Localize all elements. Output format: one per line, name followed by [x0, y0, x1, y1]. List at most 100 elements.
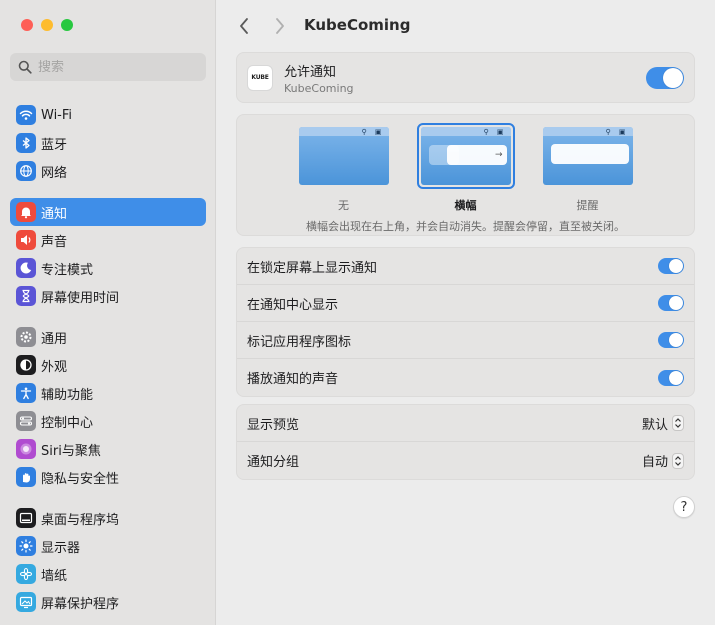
dock-icon: [16, 508, 36, 528]
search-input[interactable]: [38, 59, 188, 75]
page-title: KubeComing: [304, 16, 411, 34]
popup-row: 通知分组 自动: [237, 442, 694, 479]
sidebar-item[interactable]: 屏幕保护程序: [10, 588, 206, 616]
alert-style-card: ⚲ ▣ 无 ⚲ ▣ → 横幅 ⚲ ▣ 提醒 横幅会出现在右上角，并会自动消失。提醒会停留，直…: [236, 114, 695, 236]
app-name-label: KubeComing: [284, 81, 354, 95]
minimize-window-button[interactable]: [41, 19, 53, 31]
sidebar-item[interactable]: 通知: [10, 198, 206, 226]
toggle-row: 在通知中心显示: [237, 285, 694, 322]
close-window-button[interactable]: [21, 19, 33, 31]
allow-notifications-label: 允许通知: [284, 64, 337, 80]
flower-icon: [16, 564, 36, 584]
sidebar-item-label: Wi-Fi: [41, 107, 73, 123]
sidebar-item-label: 墙纸: [41, 568, 68, 584]
gear-icon: [16, 327, 36, 347]
alert-style-option[interactable]: ⚲ ▣ → 横幅: [416, 123, 515, 213]
alert-style-options: ⚲ ▣ 无 ⚲ ▣ → 横幅 ⚲ ▣ 提醒: [237, 123, 694, 213]
sidebar-item[interactable]: 桌面与程序坞: [10, 504, 206, 532]
control-center-icon: [16, 411, 36, 431]
speaker-icon: [16, 230, 36, 250]
toggle-label: 标记应用程序图标: [247, 334, 352, 350]
hourglass-icon: [16, 286, 36, 306]
sidebar-item[interactable]: 控制中心: [10, 407, 206, 435]
alert-style-label: 横幅: [454, 199, 477, 212]
sidebar-item[interactable]: 显示器: [10, 532, 206, 560]
sidebar-item[interactable]: 专注模式: [10, 254, 206, 282]
popup-value: 自动: [641, 455, 668, 470]
toggle-row: 播放通知的声音: [237, 359, 694, 396]
sidebar-group: 通知声音专注模式屏幕使用时间: [10, 198, 206, 310]
sidebar-item-label: 显示器: [41, 540, 81, 556]
sidebar-item-label: 屏幕使用时间: [41, 290, 120, 306]
sidebar-item[interactable]: 网络: [10, 157, 206, 185]
alert-style-description: 横幅会出现在右上角，并会自动消失。提醒会停留，直至被关闭。: [306, 220, 625, 233]
sidebar-item[interactable]: 外观: [10, 351, 206, 379]
sidebar-item[interactable]: 蓝牙: [10, 129, 206, 157]
window-controls: [21, 19, 73, 31]
toggle-switch[interactable]: [658, 332, 684, 348]
sidebar-item[interactable]: 墙纸: [10, 560, 206, 588]
alert-style-preview[interactable]: ⚲ ▣: [295, 123, 393, 189]
forward-button[interactable]: [269, 15, 291, 37]
toggle-label: 播放通知的声音: [247, 372, 339, 387]
help-button[interactable]: ?: [673, 496, 695, 518]
screensaver-icon: [16, 592, 36, 612]
appearance-icon: [16, 355, 36, 375]
alert-style-preview[interactable]: ⚲ ▣ →: [416, 123, 515, 189]
back-button[interactable]: [233, 15, 255, 37]
alert-style-option[interactable]: ⚲ ▣ 无: [295, 123, 393, 213]
sidebar-group: Wi-Fi 蓝牙网络: [10, 101, 206, 185]
toggle-switch[interactable]: [658, 258, 684, 274]
sidebar-item-label: 辅助功能: [41, 387, 94, 403]
desktop-preview-image: ⚲ ▣: [298, 127, 389, 185]
alert-style-option[interactable]: ⚲ ▣ 提醒: [539, 123, 637, 213]
sidebar-item-label: 通用: [41, 331, 68, 347]
popup-label: 显示预览: [247, 417, 300, 433]
alert-style-preview[interactable]: ⚲ ▣: [539, 123, 637, 189]
desktop-preview-image: ⚲ ▣: [542, 127, 633, 185]
main-pane: KubeComing KUBE 允许通知 KubeComing ⚲ ▣ 无 ⚲ ▣ →…: [217, 0, 715, 625]
moon-icon: [16, 258, 36, 278]
hand-icon: [16, 467, 36, 487]
bell-icon: [16, 202, 36, 222]
sidebar-group: 通用外观辅助功能控制中心 Siri与聚焦隐私与安全性: [10, 323, 206, 491]
allow-notifications-card: KUBE 允许通知 KubeComing: [236, 52, 695, 103]
chevron-updown-icon: [672, 415, 684, 431]
sidebar-item-label: Siri与聚焦: [41, 443, 101, 459]
sidebar-item[interactable]: 屏幕使用时间: [10, 282, 206, 310]
siri-icon: [16, 439, 36, 459]
toggle-switch[interactable]: [658, 369, 684, 386]
search-field[interactable]: [10, 53, 206, 81]
popup-label: 通知分组: [247, 455, 300, 470]
popup-row: 显示预览 默认: [237, 405, 694, 442]
sidebar-item-label: 声音: [41, 234, 68, 250]
alert-style-label: 无: [338, 199, 349, 212]
sidebar-item[interactable]: Siri与聚焦: [10, 435, 206, 463]
sidebar-item-label: 网络: [41, 165, 68, 181]
sidebar-item-label: 专注模式: [41, 262, 94, 278]
toggle-switch[interactable]: [658, 295, 684, 311]
sidebar-item-label: 控制中心: [41, 415, 94, 431]
sidebar-group: 桌面与程序坞显示器墙纸屏幕保护程序: [10, 504, 206, 616]
notification-options-card: 在锁定屏幕上显示通知在通知中心显示标记应用程序图标 播放通知的声音: [236, 247, 695, 397]
bluetooth-icon: [16, 133, 36, 153]
toggle-label: 在锁定屏幕上显示通知: [247, 260, 378, 276]
sidebar-item-label: 屏幕保护程序: [41, 596, 120, 612]
popup-button[interactable]: 默认: [642, 414, 684, 433]
sidebar-item[interactable]: 通用: [10, 323, 206, 351]
sidebar-item[interactable]: 辅助功能: [10, 379, 206, 407]
desktop-preview-image: ⚲ ▣ →: [420, 127, 511, 185]
sidebar-item[interactable]: 隐私与安全性: [10, 463, 206, 491]
toggle-row: 标记应用程序图标: [237, 322, 694, 359]
search-icon: [18, 60, 32, 74]
allow-notifications-toggle[interactable]: [646, 66, 684, 89]
settings-window: Wi-Fi 蓝牙网络通知声音专注模式屏幕使用时间通用外观辅助功能控制中心 Siri与…: [0, 0, 715, 625]
maximize-window-button[interactable]: [61, 19, 73, 31]
sidebar-item-label: 通知: [41, 206, 68, 222]
alert-style-label: 提醒: [576, 199, 599, 212]
sidebar-item[interactable]: 声音: [10, 226, 206, 254]
wifi-icon: [16, 105, 36, 125]
popup-button[interactable]: 自动: [642, 451, 684, 470]
sidebar-item[interactable]: Wi-Fi: [10, 101, 206, 129]
preview-options-card: 显示预览 默认通知分组 自动: [236, 404, 695, 480]
